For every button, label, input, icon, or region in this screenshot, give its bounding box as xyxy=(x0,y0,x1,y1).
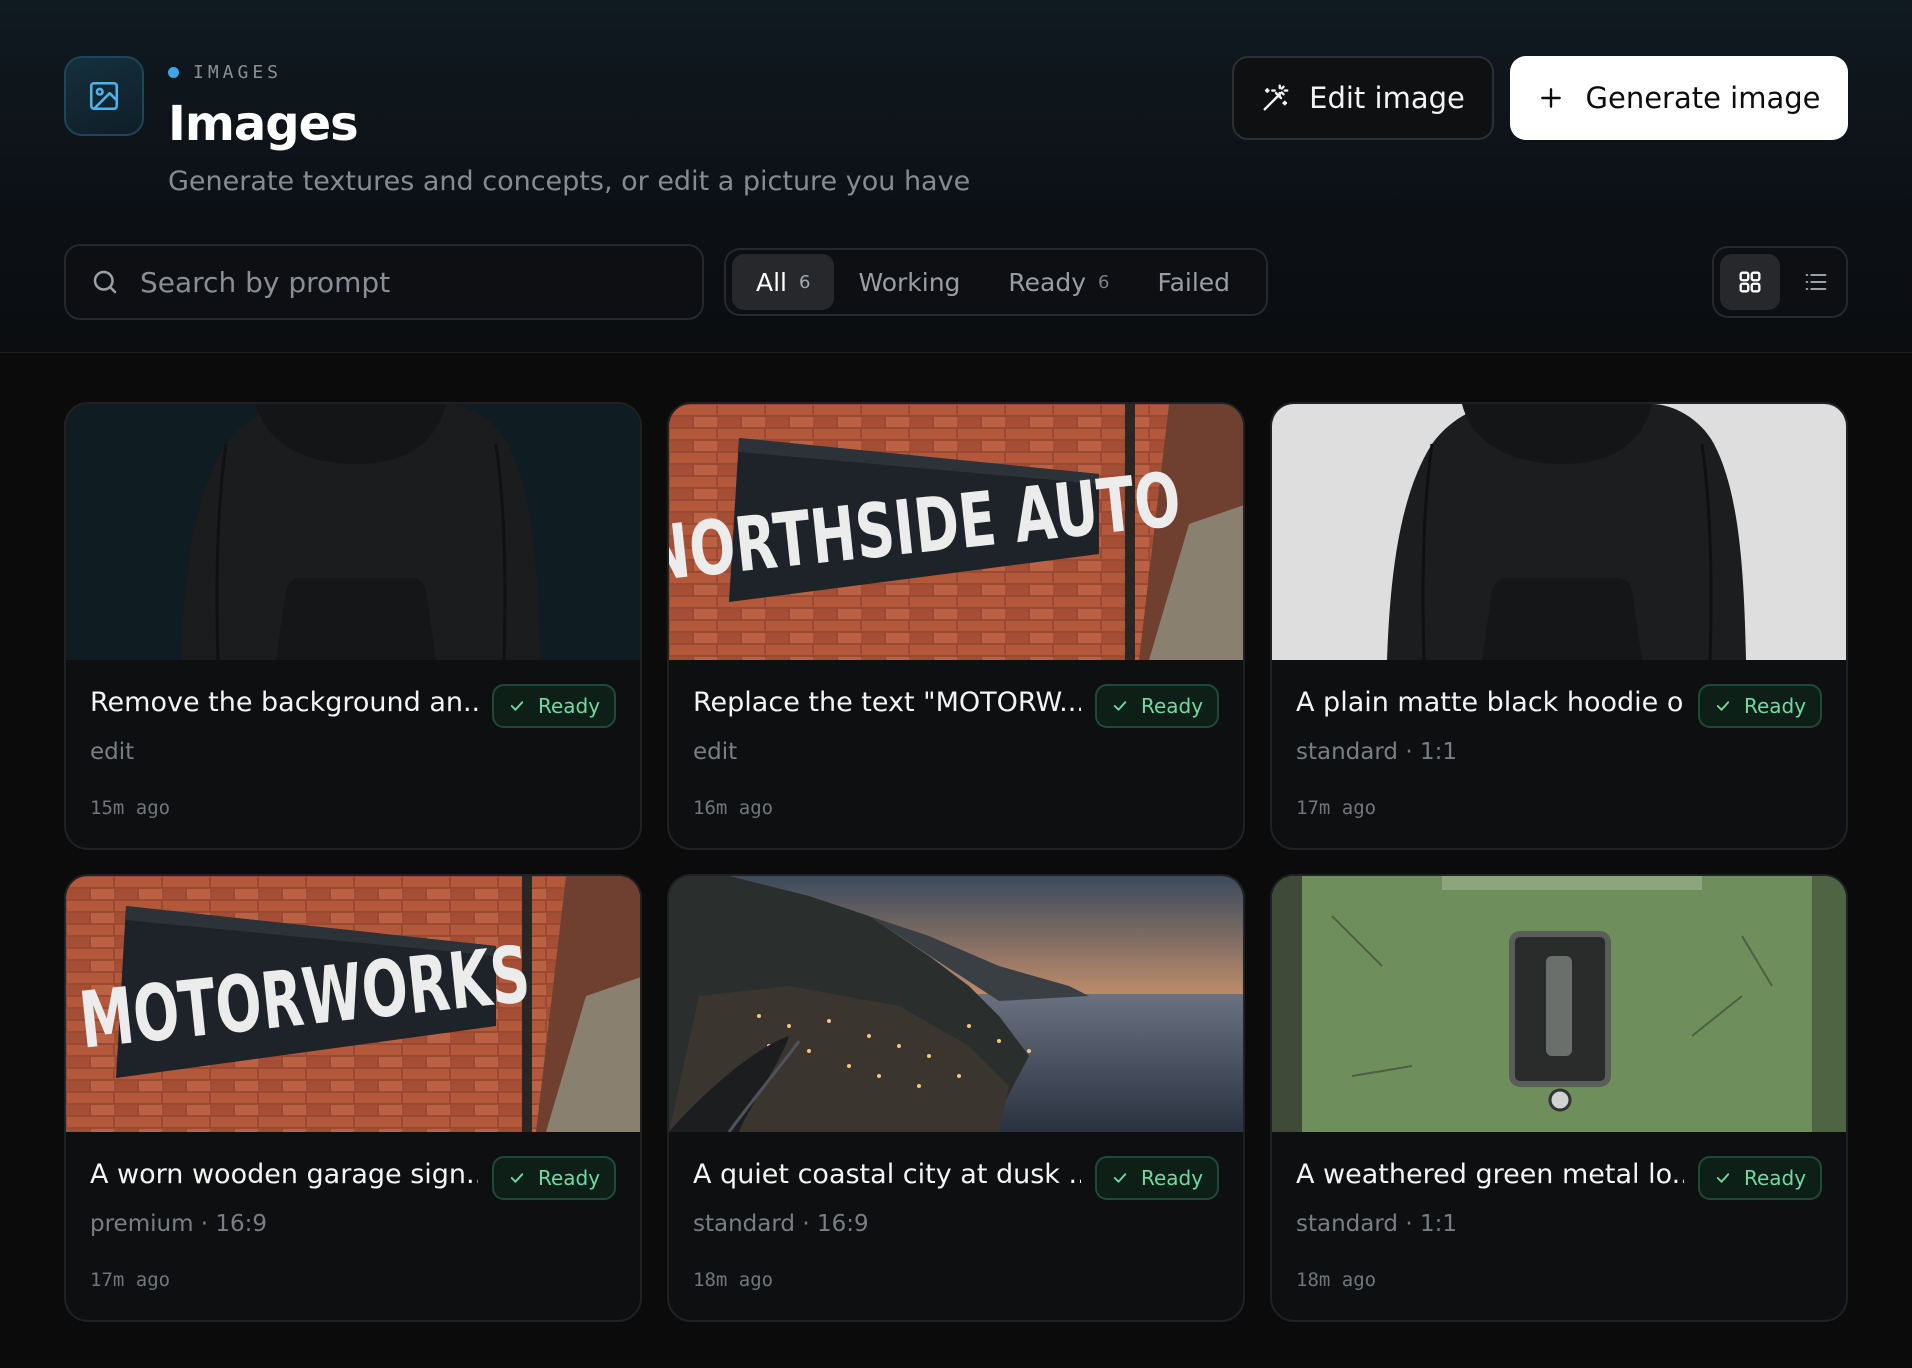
card-meta: edit xyxy=(693,739,738,765)
check-icon xyxy=(510,701,524,711)
list-icon xyxy=(1805,273,1827,291)
status-badge: Ready xyxy=(492,1156,616,1200)
check-icon xyxy=(1113,701,1127,711)
image-thumbnail xyxy=(669,876,1243,1132)
card-prompt: A quiet coastal city at dusk ... xyxy=(693,1159,1081,1190)
card-timestamp: 18m ago xyxy=(1296,1269,1377,1291)
tab-working[interactable]: Working xyxy=(834,254,984,310)
check-icon xyxy=(510,1173,524,1183)
card-prompt: A worn wooden garage sign... xyxy=(90,1159,478,1190)
edit-image-label: Edit image xyxy=(1309,81,1465,115)
card-timestamp: 17m ago xyxy=(1296,797,1377,819)
tab-all[interactable]: All 6 xyxy=(732,254,835,310)
status-label: Ready xyxy=(537,694,601,718)
card-prompt: A weathered green metal lo... xyxy=(1296,1159,1684,1190)
image-card[interactable]: A quiet coastal city at dusk ... Ready s… xyxy=(667,874,1245,1322)
magic-wand-icon xyxy=(1263,84,1289,111)
image-thumbnail xyxy=(1272,404,1846,660)
tab-working-label: Working xyxy=(858,267,961,297)
image-thumbnail: NORTHSIDE AUTO xyxy=(669,404,1243,660)
tab-all-label: All xyxy=(756,267,787,297)
image-card[interactable]: NORTHSIDE AUTO Replace the text "MOTORW.… xyxy=(667,402,1245,850)
status-label: Ready xyxy=(1140,694,1204,718)
search-icon xyxy=(93,270,117,294)
card-meta: standard · 1:1 xyxy=(1296,739,1457,765)
eyebrow-label: IMAGES xyxy=(193,61,283,83)
card-prompt: A plain matte black hoodie o... xyxy=(1296,687,1684,718)
status-badge: Ready xyxy=(492,684,616,728)
view-toggle xyxy=(1712,246,1848,318)
card-meta: premium · 16:9 xyxy=(90,1211,268,1237)
card-meta: standard · 16:9 xyxy=(693,1211,869,1237)
image-icon xyxy=(89,81,119,111)
status-label: Ready xyxy=(1140,1166,1204,1190)
card-timestamp: 16m ago xyxy=(693,797,774,819)
page-header: IMAGES Images Generate textures and conc… xyxy=(0,0,1912,353)
grid-view-button[interactable] xyxy=(1720,254,1780,310)
image-thumbnail: MOTORWORKS xyxy=(66,876,640,1132)
status-badge: Ready xyxy=(1095,684,1219,728)
image-card[interactable]: A weathered green metal lo... Ready stan… xyxy=(1270,874,1848,1322)
card-meta: standard · 1:1 xyxy=(1296,1211,1457,1237)
status-filter-tabs: All 6 Working Ready 6 Failed xyxy=(724,248,1268,316)
images-logo xyxy=(64,56,144,136)
check-icon xyxy=(1716,701,1730,711)
status-dot xyxy=(168,66,179,78)
status-label: Ready xyxy=(1743,694,1807,718)
status-label: Ready xyxy=(537,1166,601,1190)
page-title: Images xyxy=(168,96,359,152)
image-card[interactable]: A plain matte black hoodie o... Ready st… xyxy=(1270,402,1848,850)
card-timestamp: 17m ago xyxy=(90,1269,171,1291)
list-view-button[interactable] xyxy=(1786,254,1846,310)
check-icon xyxy=(1113,1173,1127,1183)
tab-all-count: 6 xyxy=(799,271,811,293)
status-badge: Ready xyxy=(1698,684,1822,728)
tab-failed-label: Failed xyxy=(1157,267,1231,297)
card-prompt: Remove the background an... xyxy=(90,687,478,718)
tab-ready[interactable]: Ready 6 xyxy=(984,254,1133,310)
tab-failed[interactable]: Failed xyxy=(1134,254,1255,310)
image-card[interactable]: Remove the background an... Ready edit 1… xyxy=(64,402,642,850)
image-thumbnail xyxy=(1272,876,1846,1132)
check-icon xyxy=(1716,1173,1730,1183)
card-timestamp: 15m ago xyxy=(90,797,171,819)
grid-icon xyxy=(1739,271,1761,293)
search-box xyxy=(64,244,704,320)
search-input[interactable] xyxy=(140,265,680,299)
card-prompt: Replace the text "MOTORW... xyxy=(693,687,1081,718)
card-meta: edit xyxy=(90,739,135,765)
section-eyebrow: IMAGES xyxy=(168,60,282,84)
image-card[interactable]: MOTORWORKS A worn wooden garage sign... … xyxy=(64,874,642,1322)
tab-ready-label: Ready xyxy=(1008,267,1087,297)
page-subtitle: Generate textures and concepts, or edit … xyxy=(168,166,971,197)
generate-image-button[interactable]: Generate image xyxy=(1510,56,1848,140)
tab-ready-count: 6 xyxy=(1098,271,1110,293)
generate-image-label: Generate image xyxy=(1585,81,1821,115)
edit-image-button[interactable]: Edit image xyxy=(1232,56,1494,140)
status-badge: Ready xyxy=(1698,1156,1822,1200)
card-timestamp: 18m ago xyxy=(693,1269,774,1291)
plus-icon xyxy=(1540,88,1561,108)
image-thumbnail xyxy=(66,404,640,660)
status-label: Ready xyxy=(1743,1166,1807,1190)
status-badge: Ready xyxy=(1095,1156,1219,1200)
